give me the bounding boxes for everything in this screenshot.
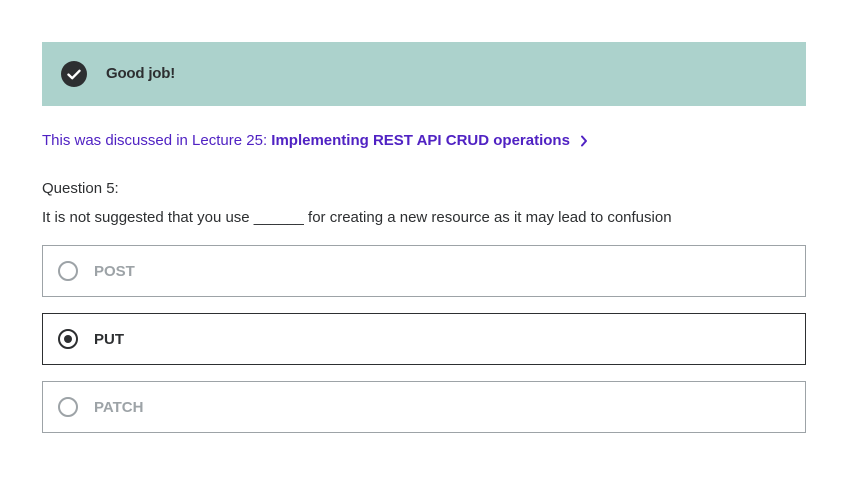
radio-dot	[64, 335, 72, 343]
answer-option-label: PATCH	[94, 399, 144, 416]
question-number: Question 5:	[42, 180, 119, 197]
lecture-link-prefix: This was discussed in Lecture 25:	[42, 132, 272, 149]
feedback-message: Good job!	[106, 65, 176, 82]
checkmark-circle-icon	[61, 61, 87, 87]
radio-button[interactable]	[58, 261, 78, 281]
radio-button-selected[interactable]	[58, 329, 78, 349]
lecture-link[interactable]: This was discussed in Lecture 25: Implem…	[42, 131, 588, 151]
radio-button[interactable]	[58, 397, 78, 417]
answer-option-put[interactable]: PUT	[42, 313, 806, 365]
feedback-banner: Good job!	[42, 42, 806, 106]
lecture-link-title: Implementing REST API CRUD operations	[271, 132, 570, 149]
answer-option-post[interactable]: POST	[42, 245, 806, 297]
answer-option-label: PUT	[94, 331, 124, 348]
answer-option-patch[interactable]: PATCH	[42, 381, 806, 433]
answer-option-label: POST	[94, 263, 135, 280]
chevron-right-icon	[580, 135, 588, 147]
question-text: It is not suggested that you use ______ …	[42, 209, 672, 226]
